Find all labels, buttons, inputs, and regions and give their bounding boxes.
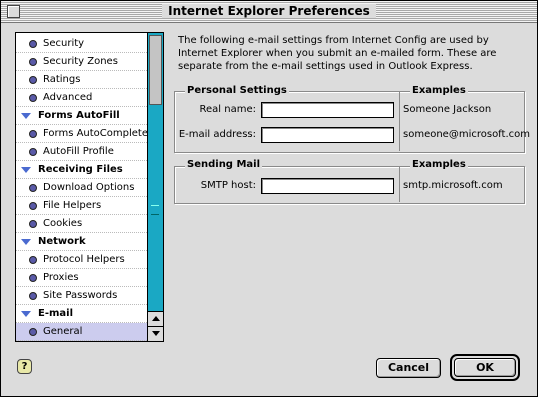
- preferences-sidebar: Security Security Zones Ratings Advanced For…: [15, 32, 164, 342]
- sidebar-item-label: Receiving Files: [38, 164, 123, 175]
- disclosure-triangle-icon: [21, 239, 31, 245]
- sidebar-item-label: Download Options: [43, 182, 135, 193]
- arrow-down-icon: [151, 331, 160, 336]
- bullet-icon: [29, 40, 37, 48]
- real-name-example: Someone Jackson: [403, 104, 492, 115]
- sidebar-item-label: Advanced: [43, 92, 93, 103]
- email-label: E-mail address:: [178, 129, 256, 140]
- sidebar-item-label: AutoFill Profile: [43, 146, 114, 157]
- window-title-text: Internet Explorer Preferences: [162, 4, 376, 18]
- window-title: Internet Explorer Preferences: [1, 4, 537, 18]
- sidebar-item-label: File Helpers: [43, 200, 102, 211]
- sidebar-list: Security Security Zones Ratings Advanced For…: [16, 33, 147, 341]
- sidebar-item-download-options[interactable]: Download Options: [16, 179, 147, 197]
- sidebar-item-protocol-helpers[interactable]: Protocol Helpers: [16, 251, 147, 269]
- bullet-icon: [29, 94, 37, 102]
- sidebar-item-label: Security Zones: [43, 56, 118, 67]
- group-divider: [399, 91, 400, 151]
- sidebar-item-label: Proxies: [43, 272, 79, 283]
- sidebar-item-autofill-profile[interactable]: AutoFill Profile: [16, 143, 147, 161]
- sidebar-category-forms-autofill[interactable]: Forms AutoFill: [16, 107, 147, 125]
- description-text: The following e-mail settings from Inter…: [178, 35, 497, 72]
- email-field[interactable]: [261, 127, 394, 143]
- sidebar-item-label: Network: [38, 236, 86, 247]
- sidebar-item-label: Security: [43, 38, 85, 49]
- scroll-up-button[interactable]: [148, 311, 163, 326]
- title-bar[interactable]: Internet Explorer Preferences: [1, 1, 537, 23]
- personal-examples-title: Examples: [410, 85, 468, 96]
- ok-button[interactable]: OK: [454, 358, 516, 377]
- scrollbar-grip: [151, 205, 159, 215]
- sidebar-item-label: Ratings: [43, 74, 81, 85]
- sidebar-item-security-zones[interactable]: Security Zones: [16, 53, 147, 71]
- sidebar-item-general[interactable]: General: [16, 323, 147, 341]
- bullet-icon: [29, 292, 37, 300]
- disclosure-triangle-icon: [21, 311, 31, 317]
- scrollbar-thumb[interactable]: [149, 35, 162, 105]
- bullet-icon: [29, 184, 37, 192]
- bullet-icon: [29, 148, 37, 156]
- sidebar-item-advanced[interactable]: Advanced: [16, 89, 147, 107]
- bullet-icon: [29, 274, 37, 282]
- sidebar-item-label: Site Passwords: [43, 290, 118, 301]
- email-example: someone@microsoft.com: [403, 129, 530, 140]
- sidebar-item-label: Cookies: [43, 218, 83, 229]
- sidebar-item-file-helpers[interactable]: File Helpers: [16, 197, 147, 215]
- sidebar-item-label: Forms AutoComplete: [43, 128, 147, 139]
- preferences-window: Internet Explorer Preferences Security Se…: [0, 0, 538, 397]
- smtp-host-label: SMTP host:: [200, 180, 256, 191]
- bullet-icon: [29, 76, 37, 84]
- sidebar-category-network[interactable]: Network: [16, 233, 147, 251]
- arrow-up-icon: [151, 316, 160, 321]
- sidebar-item-site-passwords[interactable]: Site Passwords: [16, 287, 147, 305]
- real-name-field[interactable]: [261, 102, 394, 118]
- bullet-icon: [29, 256, 37, 264]
- sidebar-item-label: E-mail: [38, 308, 74, 319]
- sidebar-category-receiving-files[interactable]: Receiving Files: [16, 161, 147, 179]
- group-divider: [399, 166, 400, 202]
- sidebar-item-security[interactable]: Security: [16, 35, 147, 53]
- bullet-icon: [29, 328, 37, 336]
- bullet-icon: [29, 130, 37, 138]
- sidebar-item-label: General: [43, 326, 83, 337]
- real-name-label: Real name:: [199, 104, 256, 115]
- sidebar-item-forms-autocomplete[interactable]: Forms AutoComplete: [16, 125, 147, 143]
- help-icon[interactable]: ?: [17, 359, 32, 374]
- personal-settings-group: [174, 91, 525, 153]
- smtp-host-example: smtp.microsoft.com: [403, 180, 503, 191]
- disclosure-triangle-icon: [21, 113, 31, 119]
- sidebar-item-label: Protocol Helpers: [43, 254, 125, 265]
- smtp-host-field[interactable]: [261, 178, 394, 194]
- cancel-button[interactable]: Cancel: [376, 358, 441, 378]
- sidebar-item-ratings[interactable]: Ratings: [16, 71, 147, 89]
- sidebar-item-label: Forms AutoFill: [38, 110, 120, 121]
- disclosure-triangle-icon: [21, 167, 31, 173]
- sidebar-category-e-mail[interactable]: E-mail: [16, 305, 147, 323]
- personal-settings-title: Personal Settings: [185, 85, 289, 96]
- sidebar-item-proxies[interactable]: Proxies: [16, 269, 147, 287]
- sidebar-item-cookies[interactable]: Cookies: [16, 215, 147, 233]
- sending-mail-title: Sending Mail: [185, 159, 263, 170]
- bullet-icon: [29, 220, 37, 228]
- sidebar-scrollbar[interactable]: [147, 33, 163, 341]
- scroll-down-button[interactable]: [148, 326, 163, 341]
- bullet-icon: [29, 58, 37, 66]
- sending-examples-title: Examples: [410, 159, 468, 170]
- bullet-icon: [29, 202, 37, 210]
